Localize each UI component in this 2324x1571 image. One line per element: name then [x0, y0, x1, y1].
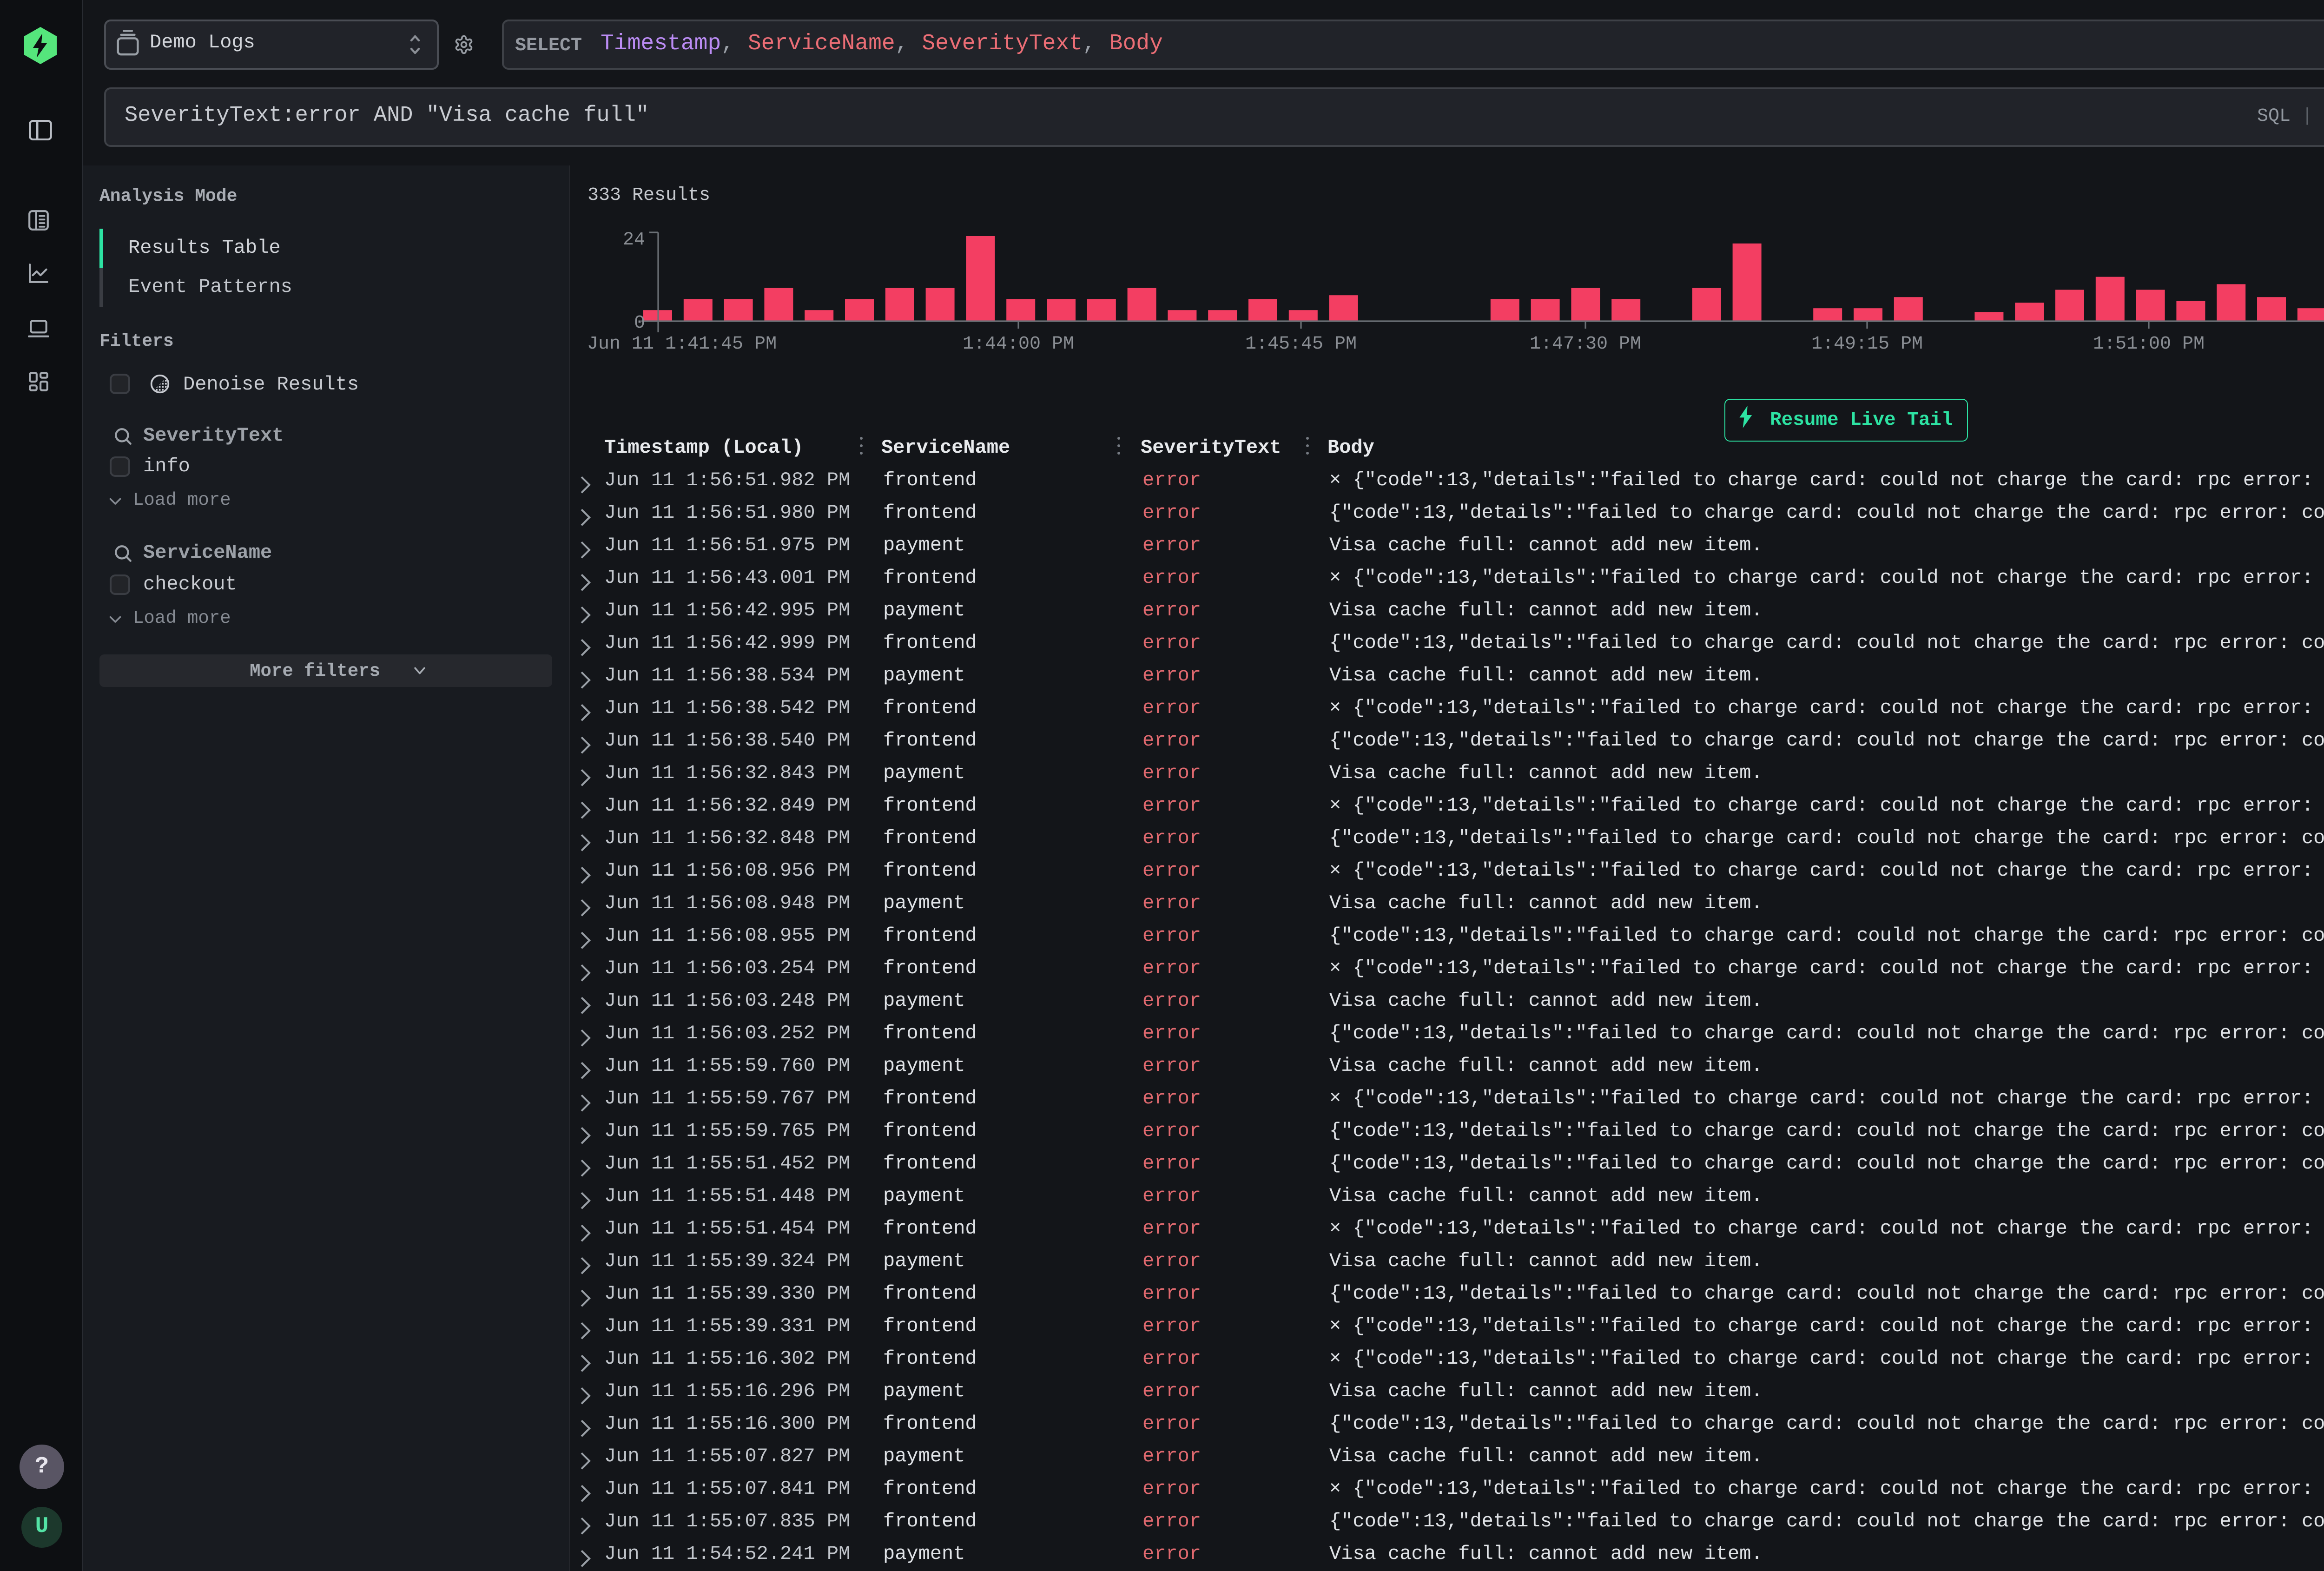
svg-text:1:47:30 PM: 1:47:30 PM	[1530, 334, 1641, 355]
svg-text:1:49:15 PM: 1:49:15 PM	[1811, 334, 1923, 355]
svg-text:1:44:00 PM: 1:44:00 PM	[963, 334, 1074, 355]
svg-text:1:51:00 PM: 1:51:00 PM	[2093, 334, 2205, 355]
svg-text:Jun 11 1:41:45 PM: Jun 11 1:41:45 PM	[587, 334, 777, 355]
svg-text:0: 0	[634, 313, 645, 334]
svg-text:1:45:45 PM: 1:45:45 PM	[1245, 334, 1357, 355]
svg-text:24: 24	[623, 230, 645, 251]
